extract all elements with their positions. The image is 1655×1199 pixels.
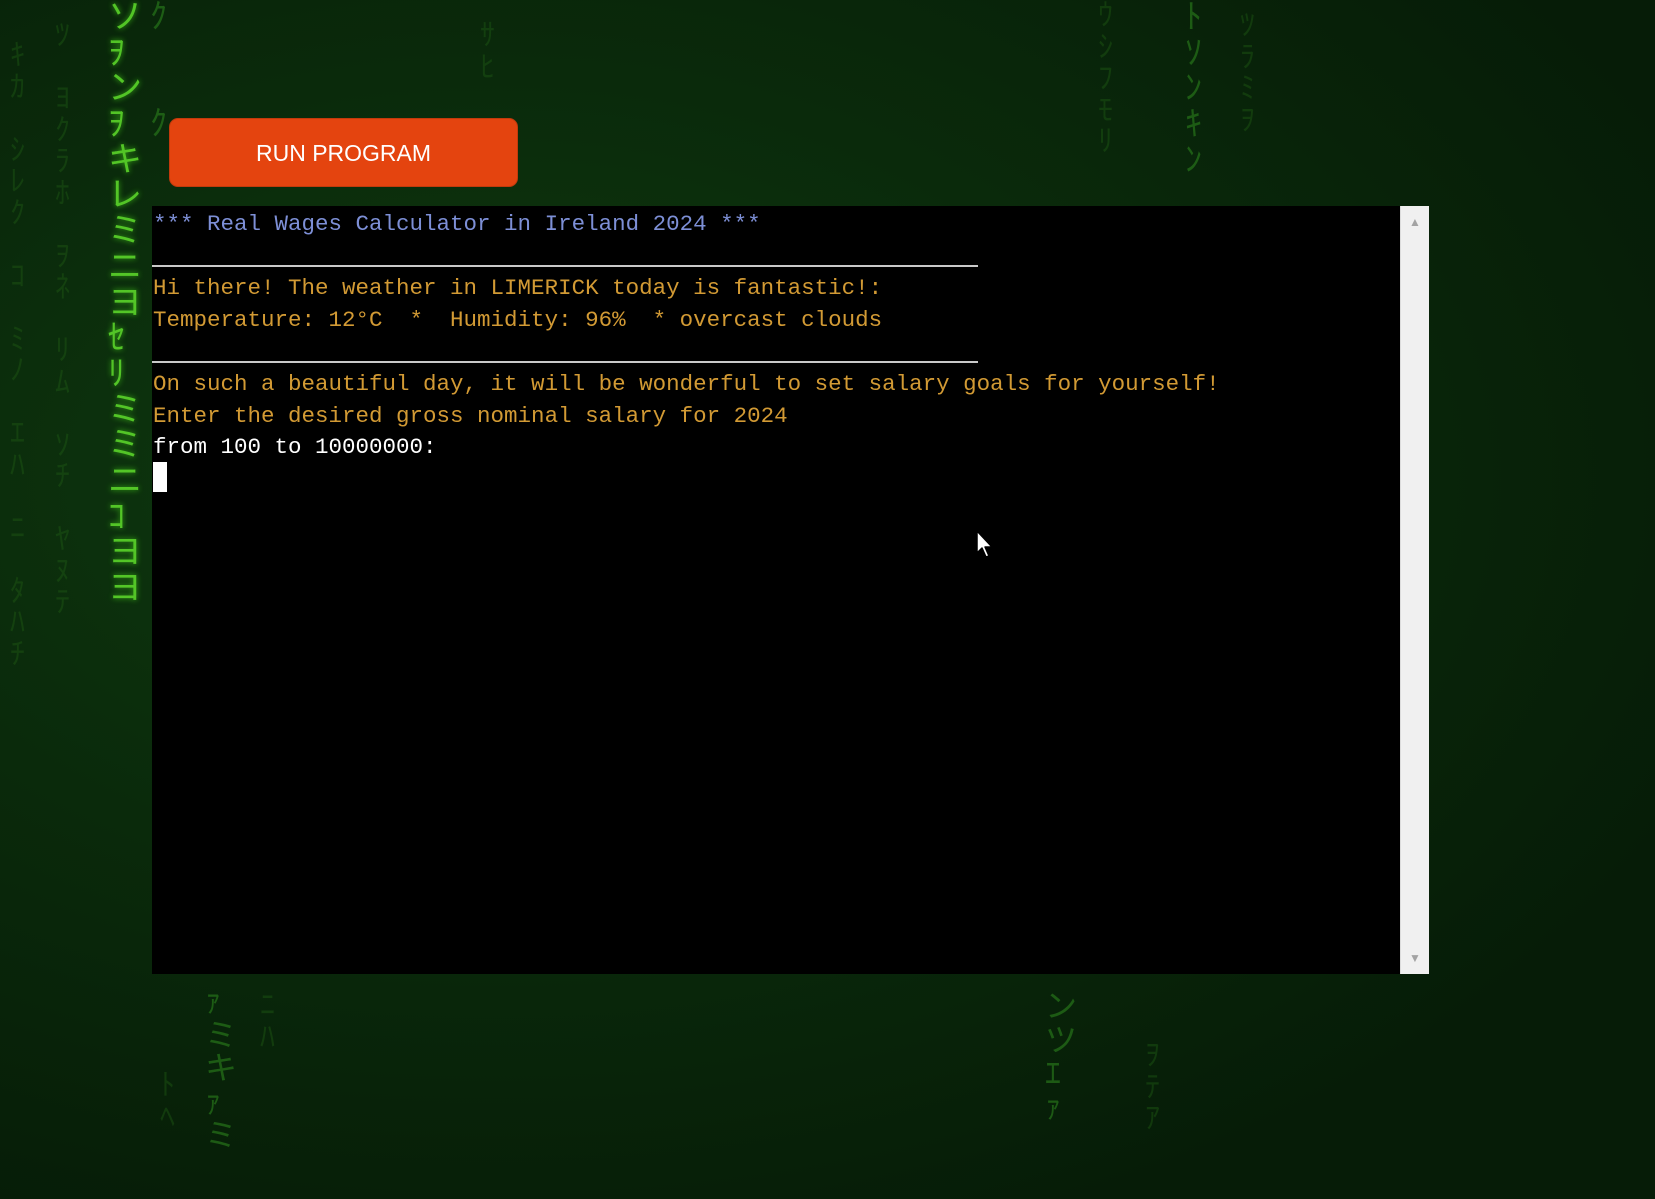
terminal-title-line: *** Real Wages Calculator in Ireland 202… bbox=[153, 211, 761, 237]
mouse-pointer-icon bbox=[976, 530, 993, 558]
matrix-rain-column: ｧ ミ キ ｧ ミ bbox=[205, 982, 238, 1155]
salary-prompt-line: Enter the desired gross nominal salary f… bbox=[153, 403, 788, 429]
matrix-rain-column: ﾆ ﾊ bbox=[260, 988, 275, 1055]
matrix-rain-column: ｸ ｸ bbox=[150, 0, 167, 145]
weather-details-line: Temperature: 12°C * Humidity: 96% * over… bbox=[153, 307, 883, 333]
scroll-up-icon[interactable]: ▲ bbox=[1401, 208, 1429, 236]
scroll-down-icon[interactable]: ▼ bbox=[1401, 944, 1429, 972]
weather-greeting-line: Hi there! The weather in LIMERICK today … bbox=[153, 275, 883, 301]
terminal-scrollbar[interactable]: ▲ ▼ bbox=[1400, 206, 1429, 974]
matrix-rain-column: ｦ ﾃ ｱ bbox=[1145, 1038, 1160, 1136]
goal-message-line: On such a beautiful day, it will be wond… bbox=[153, 371, 1220, 397]
matrix-rain-column: ﾂ ﾗ ﾐ ｦ bbox=[1240, 8, 1255, 138]
matrix-rain-column: ｻ ﾋ bbox=[480, 18, 495, 85]
matrix-rain-column: ﾄ ﾍ bbox=[160, 1068, 175, 1135]
matrix-rain-column: ｳ ｼ ﾌ ﾓ ﾘ bbox=[1098, 0, 1113, 159]
separator-line bbox=[152, 361, 978, 363]
separator-line bbox=[152, 265, 978, 267]
run-program-button[interactable]: RUN PROGRAM bbox=[169, 118, 518, 187]
matrix-rain-column: ﾄ ｿ ﾝ ｷ ﾝ bbox=[1185, 0, 1202, 180]
matrix-rain-column: ソ ｦ ン ｦ キ レ ミ ニ ヨ ｾ ﾘ ミ ミ ニ ｺ ヨ ヨ bbox=[108, 0, 142, 608]
matrix-rain-column: ｷ ｶ ｼ ﾚ ｸ ｺ ﾐ ﾉ ｴ ﾊ ﾆ ﾀ ﾊ ﾁ bbox=[10, 38, 25, 672]
matrix-rain-column: ン ツ ｴ ｧ bbox=[1045, 987, 1078, 1126]
text-cursor bbox=[153, 462, 167, 492]
salary-range-line: from 100 to 10000000: bbox=[153, 434, 437, 460]
matrix-rain-column: ﾂ ﾖ ｸ ﾗ ﾎ ｦ ﾈ ﾘ ﾑ ｿ ﾁ ﾔ ﾇ ﾃ bbox=[55, 18, 70, 620]
terminal-window[interactable]: *** Real Wages Calculator in Ireland 202… bbox=[152, 206, 1429, 974]
terminal-screen[interactable]: *** Real Wages Calculator in Ireland 202… bbox=[152, 206, 1400, 974]
